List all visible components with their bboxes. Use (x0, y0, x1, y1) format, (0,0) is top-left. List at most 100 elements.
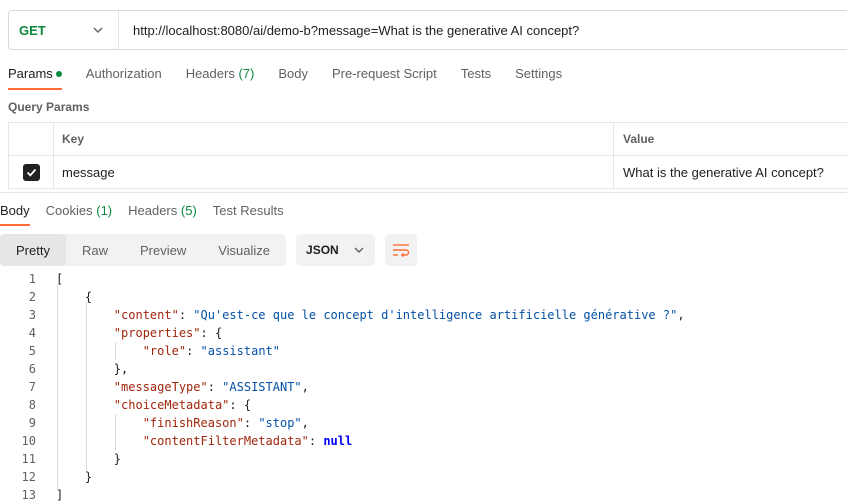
line-number: 7 (28, 380, 36, 394)
param-checkbox[interactable] (22, 163, 40, 181)
tab-label: Headers (185, 66, 235, 81)
code-text: "finishReason": "stop", (36, 416, 309, 430)
tab-pre-request-script[interactable]: Pre-request Script (324, 62, 445, 90)
json-punctuation (56, 344, 143, 358)
tab-authorization[interactable]: Authorization (78, 62, 170, 90)
method-select[interactable]: GET (9, 11, 119, 49)
tab-label: Body (0, 203, 30, 218)
pretty-button[interactable]: Pretty (0, 234, 66, 266)
tab-label: Authorization (85, 66, 162, 81)
line-number: 13 (21, 488, 36, 502)
code-text: } (36, 470, 92, 484)
json-punctuation: [ (56, 272, 64, 286)
format-label: JSON (306, 243, 339, 257)
json-string: "ASSISTANT" (222, 380, 302, 394)
json-punctuation: , (677, 308, 685, 322)
tab-response-headers[interactable]: Headers (5) (128, 198, 197, 226)
tab-label: Cookies (45, 203, 93, 218)
key-column-header: Key (54, 123, 614, 155)
code-text: { (36, 290, 92, 304)
tab-label: Test Results (212, 203, 284, 218)
code-line: 3 "content": "Qu'est-ce que le concept d… (0, 306, 847, 324)
json-key: "messageType" (113, 380, 208, 394)
format-select[interactable]: JSON (296, 234, 375, 266)
visualize-button[interactable]: Visualize (202, 234, 286, 266)
json-punctuation (56, 398, 114, 412)
cookies-count: (1) (96, 203, 113, 218)
method-label: GET (19, 22, 46, 38)
json-key: "properties" (113, 326, 201, 340)
json-key: "choiceMetadata" (113, 398, 230, 412)
json-string: "stop" (258, 416, 302, 430)
code-text: "role": "assistant" (36, 344, 280, 358)
line-number: 3 (28, 308, 36, 322)
code-line: 10 "contentFilterMetadata": null (0, 432, 847, 450)
tab-cookies[interactable]: Cookies (1) (46, 198, 112, 226)
tab-headers[interactable]: Headers (7) (178, 62, 263, 90)
tab-label: Settings (515, 66, 563, 81)
tab-label: Body (278, 66, 308, 81)
code-text: }, (36, 362, 128, 376)
code-lines: 1[2 {3 "content": "Qu'est-ce que le conc… (0, 270, 847, 504)
tab-label: Pre-request Script (331, 66, 437, 81)
tab-settings[interactable]: Settings (507, 62, 570, 90)
param-value-field[interactable]: What is the generative AI concept? (614, 156, 847, 188)
preview-button[interactable]: Preview (124, 234, 202, 266)
tab-tests[interactable]: Tests (453, 62, 499, 90)
json-punctuation: : (308, 434, 324, 448)
raw-button[interactable]: Raw (66, 234, 124, 266)
code-text: [ (36, 272, 63, 286)
json-punctuation (56, 308, 114, 322)
line-number: 5 (28, 344, 36, 358)
json-punctuation: }, (56, 362, 129, 376)
json-key: "contentFilterMetadata" (142, 434, 309, 448)
code-line: 8 "choiceMetadata": { (0, 396, 847, 414)
line-number: 11 (21, 452, 36, 466)
code-line: 4 "properties": { (0, 324, 847, 342)
json-punctuation: : (186, 344, 201, 358)
word-wrap-icon (392, 244, 409, 257)
tab-body[interactable]: Body (270, 62, 316, 90)
json-punctuation: : (243, 416, 259, 430)
url-input[interactable]: http://localhost:8080/ai/demo-b?message=… (119, 23, 579, 38)
json-punctuation: : (207, 380, 223, 394)
tab-params[interactable]: Params (0, 62, 70, 90)
query-params-table: Key Value message What is the generative… (8, 122, 847, 189)
code-text: } (36, 452, 121, 466)
json-string: "assistant" (200, 344, 280, 358)
code-line: 5 "role": "assistant" (0, 342, 847, 360)
tab-response-body[interactable]: Body (0, 198, 30, 226)
code-line: 9 "finishReason": "stop", (0, 414, 847, 432)
json-key: "content" (113, 308, 179, 322)
json-punctuation: } (56, 452, 122, 466)
code-line: 2 { (0, 288, 847, 306)
line-number: 1 (28, 272, 36, 286)
tab-label: Headers (128, 203, 178, 218)
value-column-header: Value (623, 132, 655, 146)
json-keyword: null (323, 434, 353, 448)
code-line: 1[ (0, 270, 847, 288)
json-punctuation (56, 380, 114, 394)
line-number: 12 (21, 470, 36, 484)
line-number: 8 (28, 398, 36, 412)
request-url-bar: GET http://localhost:8080/ai/demo-b?mess… (8, 10, 847, 50)
param-key-field[interactable]: message (54, 156, 614, 188)
params-active-dot (55, 70, 62, 77)
code-line: 12 } (0, 468, 847, 486)
json-punctuation: ] (56, 488, 64, 502)
line-number: 6 (28, 362, 36, 376)
json-punctuation: : { (229, 398, 252, 412)
json-punctuation: : (178, 308, 194, 322)
json-string: "Qu'est-ce que le concept d'intelligence… (193, 308, 678, 322)
request-tabs: Params Authorization Headers (7) Body Pr… (0, 62, 578, 90)
json-key: "finishReason" (142, 416, 244, 430)
code-line: 7 "messageType": "ASSISTANT", (0, 378, 847, 396)
tab-test-results[interactable]: Test Results (213, 198, 284, 226)
word-wrap-button[interactable] (384, 234, 417, 266)
json-punctuation (56, 416, 143, 430)
checkmark-icon (26, 168, 36, 177)
code-text: ] (36, 488, 63, 502)
pane-divider[interactable] (0, 192, 847, 193)
headers-count: (7) (238, 66, 255, 81)
response-code-view[interactable]: 1[2 {3 "content": "Qu'est-ce que le conc… (0, 270, 847, 504)
